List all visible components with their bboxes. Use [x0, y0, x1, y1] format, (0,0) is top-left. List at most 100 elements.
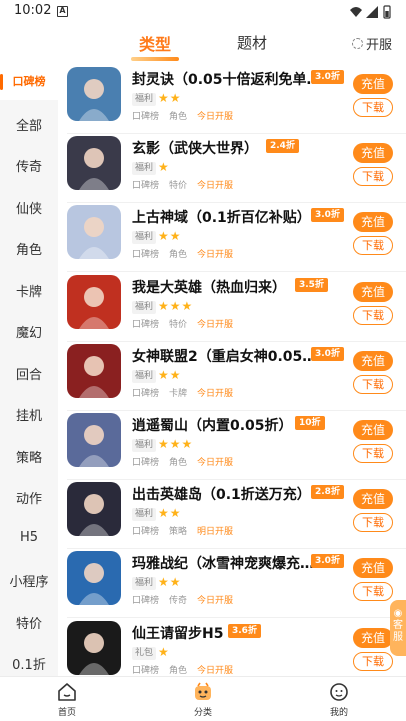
top-nav: 类型 题材 开服 [0, 24, 406, 64]
download-button[interactable]: 下载 [353, 167, 393, 187]
tab-type[interactable]: 类型 [137, 31, 173, 55]
sidebar-item-idle[interactable]: 挂机 [0, 405, 58, 424]
customer-service-button[interactable]: ◉ 客服 [390, 600, 406, 656]
game-title[interactable]: 仙王请留步H5 [132, 623, 223, 643]
charge-button[interactable]: 充值 [353, 143, 393, 164]
bottom-nav-category[interactable]: 分类 [173, 681, 233, 718]
game-title[interactable]: 上古神域（0.1折百亿补贴） [132, 207, 311, 227]
wifi-icon [350, 7, 362, 17]
sidebar-item-all[interactable]: 全部 [0, 115, 58, 134]
discount-badge: 2.8折 [311, 485, 344, 500]
game-thumbnail[interactable] [67, 413, 121, 467]
rating-stars: ★★★ [158, 437, 194, 451]
game-title[interactable]: 逍遥蜀山（内置0.05折） [132, 415, 293, 435]
game-card[interactable]: 出击英雄岛（0.1折送万充） 2.8折 福利 ★★ 口碑榜 策略 明日开服 充值 下载 [58, 479, 406, 550]
game-thumbnail[interactable] [67, 274, 121, 329]
charge-button[interactable]: 充值 [353, 558, 393, 579]
game-meta: 口碑榜 特价 今日开服 [132, 317, 233, 330]
game-meta: 口碑榜 策略 明日开服 [132, 524, 233, 537]
game-title[interactable]: 封灵诀（0.05十倍返利免单… [132, 69, 317, 89]
sidebar-item-action[interactable]: 动作 [0, 488, 58, 507]
bottom-nav-label: 我的 [329, 708, 348, 718]
game-card[interactable]: 女神联盟2（重启女神0.05… 3.0折 福利 ★★ 口碑榜 卡牌 今日开服 充值 下载 [58, 341, 406, 411]
download-button[interactable]: 下载 [353, 236, 393, 256]
rating-stars: ★★ [158, 506, 182, 521]
game-tag: 口碑榜 [132, 458, 160, 468]
discount-badge: 2.4折 [266, 139, 299, 154]
game-title[interactable]: 玛雅战纪（冰雪神宠爽爆充… [132, 553, 314, 573]
game-meta: 口碑榜 角色 今日开服 [132, 109, 233, 122]
download-button[interactable]: 下载 [353, 582, 393, 602]
bottom-nav-label: 首页 [57, 708, 76, 718]
game-card[interactable]: 仙王请留步H5 3.6折 礼包 ★ 口碑榜 角色 今日开服 充值 下载 [58, 618, 406, 676]
charge-button[interactable]: 充值 [353, 627, 393, 648]
welfare-badge: 福利 [132, 93, 157, 106]
game-tag: 特价 [169, 181, 188, 192]
profile-icon [330, 683, 348, 701]
server-open-status: 今日开服 [197, 596, 234, 607]
game-thumbnail[interactable] [67, 205, 121, 260]
download-button[interactable]: 下载 [353, 444, 393, 463]
server-open-status: 今日开服 [197, 250, 234, 261]
welfare-badge: 福利 [132, 162, 157, 176]
game-card[interactable]: 玛雅战纪（冰雪神宠爽爆充… 3.0折 福利 ★★ 口碑榜 传奇 今日开服 充值 下载 [58, 548, 406, 619]
game-title[interactable]: 女神联盟2（重启女神0.05… [132, 346, 316, 366]
sidebar-item-strategy[interactable]: 策略 [0, 447, 58, 466]
game-title[interactable]: 我是大英雄（热血归来） [132, 277, 286, 297]
game-thumbnail[interactable] [67, 343, 121, 398]
charge-button[interactable]: 充值 [353, 74, 393, 94]
game-thumbnail[interactable] [67, 482, 121, 537]
game-card[interactable]: 上古神域（0.1折百亿补贴） 3.0折 福利 ★★ 口碑榜 角色 今日开服 充值 下载 [58, 202, 406, 273]
sidebar-item-reputation[interactable]: 口碑榜 [0, 64, 58, 100]
game-card[interactable]: 逍遥蜀山（内置0.05折） 10折 福利 ★★★ 口碑榜 角色 今日开服 充值 下载 [58, 410, 406, 480]
welfare-badge: 福利 [132, 577, 157, 591]
game-tag: 口碑榜 [132, 527, 160, 538]
game-thumbnail[interactable] [67, 136, 121, 191]
game-title[interactable]: 玄影（武侠大世界） [132, 138, 258, 158]
charge-button[interactable]: 充值 [353, 212, 393, 233]
welfare-badge: 福利 [132, 300, 157, 314]
game-card[interactable]: 封灵诀（0.05十倍返利免单… 3.0折 福利 ★★ 口碑榜 角色 今日开服 充值 下载 [58, 64, 406, 134]
sidebar-item-xianxia[interactable]: 仙侠 [0, 198, 58, 217]
game-tag: 口碑榜 [132, 596, 160, 607]
sidebar-item-turn-based[interactable]: 回合 [0, 364, 58, 383]
bottom-nav-profile[interactable]: 我的 [309, 681, 369, 718]
game-thumbnail[interactable] [67, 67, 121, 121]
download-button[interactable]: 下载 [353, 374, 393, 394]
sidebar-item-label: 口碑榜 [12, 75, 46, 88]
tab-theme[interactable]: 题材 [236, 32, 268, 53]
sidebar-item-0-1-discount[interactable]: 0.1折 [0, 654, 58, 673]
download-button[interactable]: 下载 [353, 98, 393, 117]
download-button[interactable]: 下载 [353, 651, 393, 671]
sidebar-item-legend[interactable]: 传奇 [0, 156, 58, 175]
sidebar-item-h5[interactable]: H5 [0, 530, 58, 545]
game-thumbnail[interactable] [67, 620, 121, 675]
game-tag: 角色 [169, 250, 188, 261]
game-tag: 特价 [169, 319, 188, 330]
bottom-nav-home[interactable]: 首页 [37, 681, 97, 718]
game-tag: 角色 [169, 112, 188, 122]
sidebar-item-mini-program[interactable]: 小程序 [0, 571, 58, 590]
server-open-label: 开服 [365, 37, 392, 53]
charge-button[interactable]: 充值 [353, 420, 393, 440]
game-tag: 传奇 [169, 596, 188, 607]
charge-button[interactable]: 充值 [353, 489, 393, 510]
customer-service-label: 客服 [393, 620, 403, 643]
server-open-button[interactable]: 开服 [351, 33, 392, 53]
charge-button[interactable]: 充值 [353, 350, 393, 371]
game-card[interactable]: 我是大英雄（热血归来） 3.5折 福利 ★★★ 口碑榜 特价 今日开服 充值 下载 [58, 272, 406, 342]
sidebar-item-fantasy[interactable]: 魔幻 [0, 322, 58, 341]
download-button[interactable]: 下载 [353, 513, 393, 533]
game-card[interactable]: 玄影（武侠大世界） 2.4折 福利 ★ 口碑榜 特价 今日开服 充值 下载 [58, 133, 406, 204]
game-meta: 口碑榜 特价 今日开服 [132, 178, 233, 191]
discount-badge: 10折 [295, 416, 325, 430]
download-button[interactable]: 下载 [353, 305, 393, 325]
sidebar-item-special-price[interactable]: 特价 [0, 613, 58, 632]
game-title[interactable]: 出击英雄岛（0.1折送万充） [132, 484, 311, 504]
server-open-status: 今日开服 [197, 112, 234, 122]
charge-button[interactable]: 充值 [353, 281, 393, 302]
sidebar-item-role[interactable]: 角色 [0, 239, 58, 258]
sidebar-item-card[interactable]: 卡牌 [0, 281, 58, 300]
game-thumbnail[interactable] [67, 551, 121, 606]
discount-badge: 3.6折 [228, 623, 261, 638]
